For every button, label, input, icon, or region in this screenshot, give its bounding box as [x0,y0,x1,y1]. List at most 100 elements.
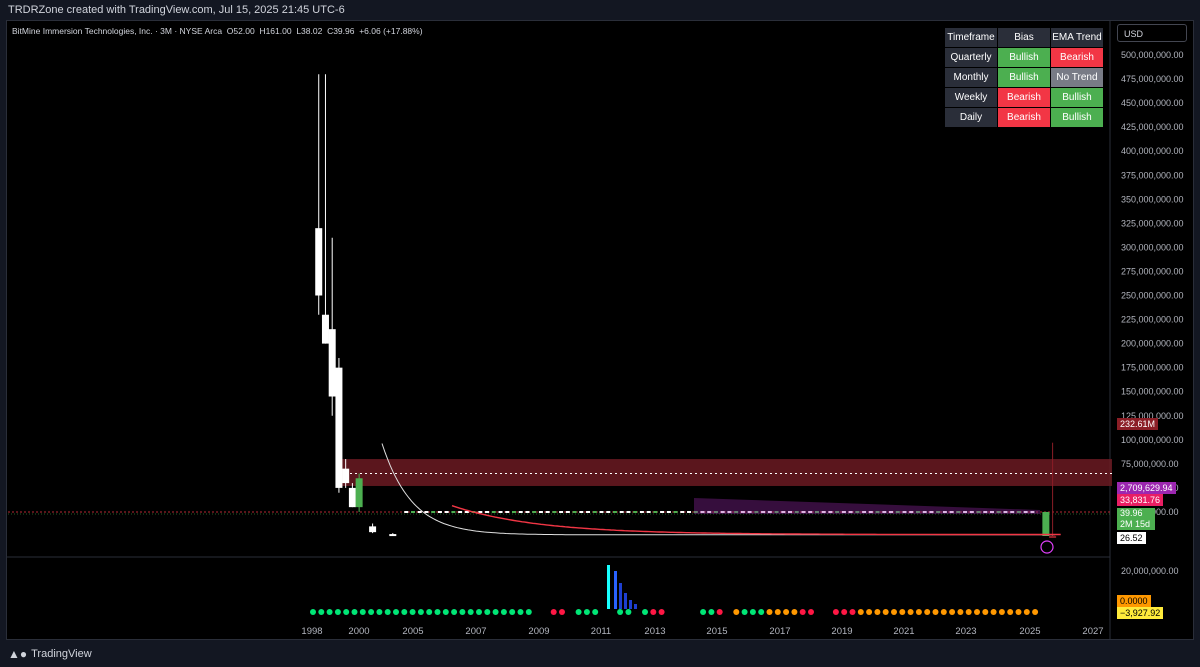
oscillator-dot [376,609,383,615]
oscillator-dot [874,609,881,615]
candle-body [660,511,665,513]
oscillator-dot [741,609,748,615]
oscillator-dot [550,609,557,615]
y-tick-label: 100,000,000.00 [1121,435,1184,445]
oscillator-dot [451,609,458,615]
histogram-bar [619,583,622,609]
oscillator-dot [957,609,964,615]
oscillator-dot [359,609,366,615]
x-tick-label: 2023 [955,626,976,637]
candle-body [444,511,449,513]
table-trend-cell: No Trend [1050,67,1104,88]
candle-body [592,511,597,513]
open-value: 52.00 [233,26,255,36]
price-label-top-red: 232.61M [1117,418,1159,430]
candle-body [552,511,557,513]
change-value: +6.06 (+17.88%) [359,26,423,36]
y-tick-label: 425,000,000.00 [1121,122,1184,132]
tradingview-logo[interactable]: ▲● TradingView [8,647,92,661]
oscillator-dot [915,609,922,615]
oscillator-dot [949,609,956,615]
close-price: 39.96 [1120,508,1143,518]
oscillator-dot [783,609,790,615]
oscillator-dot [525,609,532,615]
table-bias-cell: Bearish [997,107,1051,128]
currency-selector[interactable]: USD [1117,24,1187,42]
y-tick-label: 475,000,000.00 [1121,74,1184,84]
x-tick-label: 2013 [644,626,665,637]
y-tick-label: 300,000,000.00 [1121,242,1184,252]
candle-body [633,511,638,513]
candle-body [639,511,644,513]
candle-body [491,511,496,513]
table-trend-cell: Bullish [1050,87,1104,108]
x-tick-label: 2009 [528,626,549,637]
y-tick-label: 250,000,000.00 [1121,291,1184,301]
lightning-icon [1040,540,1054,554]
tradingview-brand: TradingView [31,648,92,660]
candle-body [687,511,692,513]
candle-body [680,511,685,513]
oscillator-dot [459,609,466,615]
oscillator-dot [808,609,814,615]
oscillator-dot [517,609,524,615]
y-tick-label: 325,000,000.00 [1121,218,1184,228]
candle-body [673,511,678,513]
y-tick-label: 275,000,000.00 [1121,266,1184,276]
candle-body [653,511,658,513]
oscillator-dot [467,609,474,615]
candle-body [612,511,617,513]
candle-body [646,511,651,513]
candle-body [348,487,356,508]
oscillator-dot [575,609,582,615]
candle-body [1049,535,1057,538]
x-tick-label: 2005 [402,626,423,637]
high-value: 161.00 [265,26,292,36]
bar-countdown: 2M 15d [1120,519,1151,529]
table-header-ema-trend: EMA Trend [1050,27,1104,48]
histogram-bar [629,600,632,609]
x-tick-label: 2000 [348,626,369,637]
candle-body [626,511,631,513]
oscillator-dot [1032,609,1039,615]
oscillator-dot [442,609,449,615]
y-tick-label: 450,000,000.00 [1121,98,1184,108]
oscillator-dot [841,609,848,615]
x-tick-label: 2021 [893,626,914,637]
ema-curve-white [381,443,1056,536]
close-value: 39.96 [333,26,355,36]
oscillator-dot [401,609,408,615]
candle-body [335,367,343,488]
table-bias-cell: Bullish [997,67,1051,88]
y-tick-label: 225,000,000.00 [1121,315,1184,325]
candle-body [369,526,377,533]
x-tick-label: 2007 [465,626,486,637]
symbol-name: BitMine Immersion Technologies, Inc. · 3… [12,26,223,36]
oscillator-dot [708,609,715,615]
candle-body [417,511,422,513]
oscillator-dot [766,609,773,615]
candle-body [559,511,564,513]
x-tick-label: 2017 [769,626,790,637]
oscillator-dot [998,609,1005,615]
table-header-bias: Bias [997,27,1051,48]
oscillator-dot [559,609,565,615]
oscillator-dot [832,609,839,615]
oscillator-dot [857,609,864,615]
y-tick-label: 375,000,000.00 [1121,170,1184,180]
table-header-timeframe: Timeframe [944,27,998,48]
oscillator-dot [982,609,989,615]
oscillator-dot [932,609,939,615]
x-tick-label: 2019 [831,626,852,637]
osc-label-zero: 0.0000 [1117,595,1151,607]
x-tick-label: 2011 [591,626,611,637]
oscillator-dot [899,609,906,615]
oscillator-dot [924,609,931,615]
candle-body [525,511,530,513]
oscillator-dot [500,609,507,615]
table-timeframe-cell: Monthly [944,67,998,88]
oscillator-dot [368,609,375,615]
candle-body [451,511,456,513]
candle-body [328,329,336,397]
histogram-bar [634,604,637,609]
